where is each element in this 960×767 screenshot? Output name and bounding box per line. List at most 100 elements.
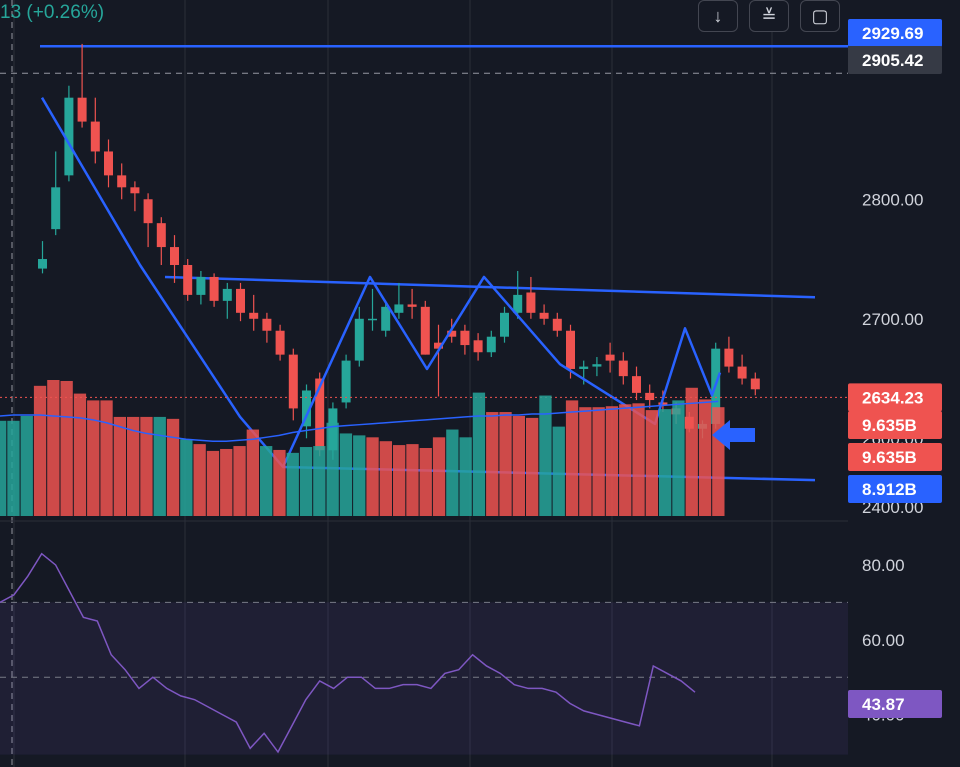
candle-body [724, 348, 734, 367]
candle-body [579, 366, 589, 369]
volume-badge-ma: 8.912B [862, 480, 917, 499]
volume-bar [113, 416, 126, 516]
collapse-icon[interactable]: ≚ [749, 0, 789, 32]
candle-body [38, 259, 47, 269]
candle-body [236, 288, 245, 313]
volume-bar [632, 403, 645, 516]
volume-bar [619, 404, 632, 516]
volume-bar [246, 429, 259, 516]
fullscreen-icon[interactable]: ▢ [800, 0, 840, 32]
volume-bar [313, 446, 326, 516]
volume-bar [153, 416, 166, 516]
candle-body [632, 376, 641, 393]
price-axis-tick-label: 2700.00 [862, 310, 923, 329]
volume-badge-2: 9.635B [862, 448, 917, 467]
candle-body [170, 247, 179, 265]
volume-bar [712, 407, 725, 516]
candle-body [90, 121, 100, 152]
candle-body [130, 187, 140, 194]
volume-bar [166, 418, 180, 516]
candle-body [354, 318, 364, 361]
rsi-axis-tick-label: 60.00 [862, 631, 905, 650]
candle-body [737, 366, 747, 379]
volume-bar [419, 448, 432, 516]
volume-bar [512, 415, 525, 516]
rsi-badge: 43.87 [862, 695, 905, 714]
candle-body [513, 294, 523, 313]
rsi-band [0, 602, 848, 755]
volume-bar [286, 452, 299, 516]
volume-bar [446, 429, 459, 516]
volume-bar [20, 415, 33, 516]
candle-body [368, 318, 377, 321]
volume-bar [486, 412, 499, 516]
candle-body [473, 340, 483, 353]
volume-bar [579, 407, 592, 516]
candle-body [552, 318, 562, 331]
channel-upper-line [164, 275, 816, 299]
price-badge-crosshair: 2905.42 [862, 51, 923, 70]
volume-bar [685, 387, 698, 516]
candle-body [566, 330, 575, 369]
candle-body [183, 265, 193, 295]
candle-body [288, 354, 298, 409]
volume-bar [7, 420, 20, 516]
candle-body [592, 364, 602, 367]
download-arrow-icon[interactable]: ↓ [698, 0, 738, 32]
price-change-label: 13 (+0.26%) [0, 2, 105, 23]
candle-body [605, 354, 615, 361]
candle-body [262, 318, 272, 331]
candle-body [460, 330, 470, 346]
volume-bar [33, 385, 47, 516]
volume-bar [499, 412, 512, 516]
volume-bar [87, 400, 100, 516]
candle-body [104, 151, 113, 176]
volume-bar [472, 392, 486, 516]
candle-body [222, 288, 232, 301]
candle-body [526, 292, 536, 313]
candle-body [275, 330, 285, 355]
candle-body [420, 306, 430, 355]
volume-bar [379, 441, 392, 516]
zigzag-pattern-line [40, 97, 722, 469]
candle-body [51, 187, 61, 230]
candle-body [407, 304, 417, 307]
volume-bar [220, 448, 233, 516]
candle-body [394, 304, 404, 313]
volume-bar [73, 393, 87, 516]
volume-bar [526, 417, 539, 516]
volume-bar [659, 409, 672, 516]
candle-body [196, 276, 206, 295]
candle-body [143, 199, 153, 224]
price-badge-current: 2634.23 [862, 388, 923, 407]
volume-bar [605, 406, 619, 516]
volume-bar [299, 447, 313, 516]
candle-body [539, 312, 549, 319]
volume-bar [60, 380, 73, 516]
candle-body [750, 378, 760, 390]
volume-bar [565, 400, 579, 516]
candle-body [249, 312, 259, 319]
volume-bar [366, 437, 379, 516]
volume-bar [459, 437, 472, 516]
candle-body [209, 276, 219, 301]
volume-bar [260, 446, 273, 516]
price-axis-tick-label: 2800.00 [862, 190, 923, 209]
volume-bar [552, 426, 565, 516]
volume-bar [193, 444, 206, 516]
volume-bar [180, 439, 193, 516]
candle-body [500, 312, 509, 337]
volume-bar [645, 410, 658, 516]
candle-body [156, 223, 166, 248]
candle-body [645, 392, 655, 401]
candle-body [486, 336, 496, 353]
chart-canvas: 2800.002700.002600.002400.0080.0060.0040… [0, 0, 942, 767]
volume-bar [432, 437, 446, 516]
candle-body [381, 306, 391, 331]
volume-bar [698, 399, 712, 516]
volume-bar [100, 400, 113, 516]
volume-bar [233, 446, 246, 516]
volume-bar [206, 450, 220, 516]
volume-bar [273, 449, 286, 516]
volume-badge-1: 9.635B [862, 416, 917, 435]
